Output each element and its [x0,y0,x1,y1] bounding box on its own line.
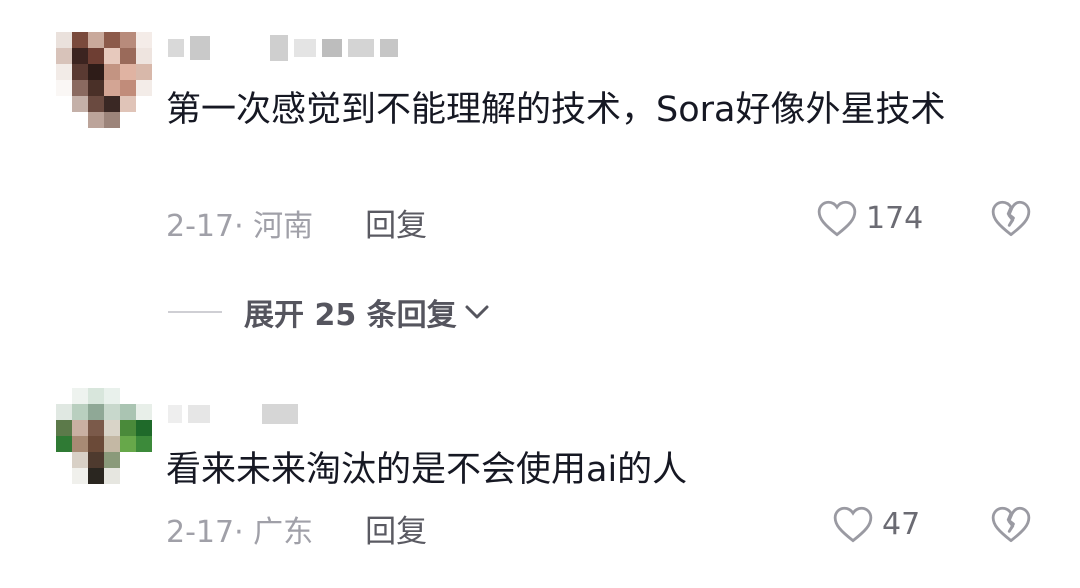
divider [168,311,222,313]
avatar[interactable] [56,32,152,128]
broken-heart-icon [991,506,1031,543]
dislike-button[interactable] [990,504,1032,548]
like-button[interactable]: 47 [832,504,920,544]
like-button[interactable]: 174 [816,198,923,238]
heart-outline-icon [833,506,873,543]
comment-text: 看来未来淘汰的是不会使用ai的人 [166,450,688,490]
username-redacted[interactable] [168,35,398,61]
avatar[interactable] [56,388,152,484]
expand-replies-label: 展开 25 条回复 [244,298,457,333]
chevron-down-icon [465,305,489,319]
heart-outline-icon [817,200,857,237]
dislike-button[interactable] [990,198,1032,242]
broken-heart-icon [991,200,1031,237]
expand-replies-button[interactable]: 展开 25 条回复 [168,290,491,334]
comment-date-location: 2-17· 河南 [166,208,314,244]
like-count: 174 [866,200,924,236]
comment-meta: 2-17· 河南 回复 [166,200,427,245]
like-count: 47 [882,506,921,542]
username-redacted[interactable] [168,402,298,426]
comment-date-location: 2-17· 广东 [166,514,314,550]
reply-button[interactable]: 回复 [365,506,427,551]
reply-button[interactable]: 回复 [365,200,427,245]
comment-meta: 2-17· 广东 回复 [166,506,427,551]
comment-text: 第一次感觉到不能理解的技术，Sora好像外星技术 [166,90,946,130]
